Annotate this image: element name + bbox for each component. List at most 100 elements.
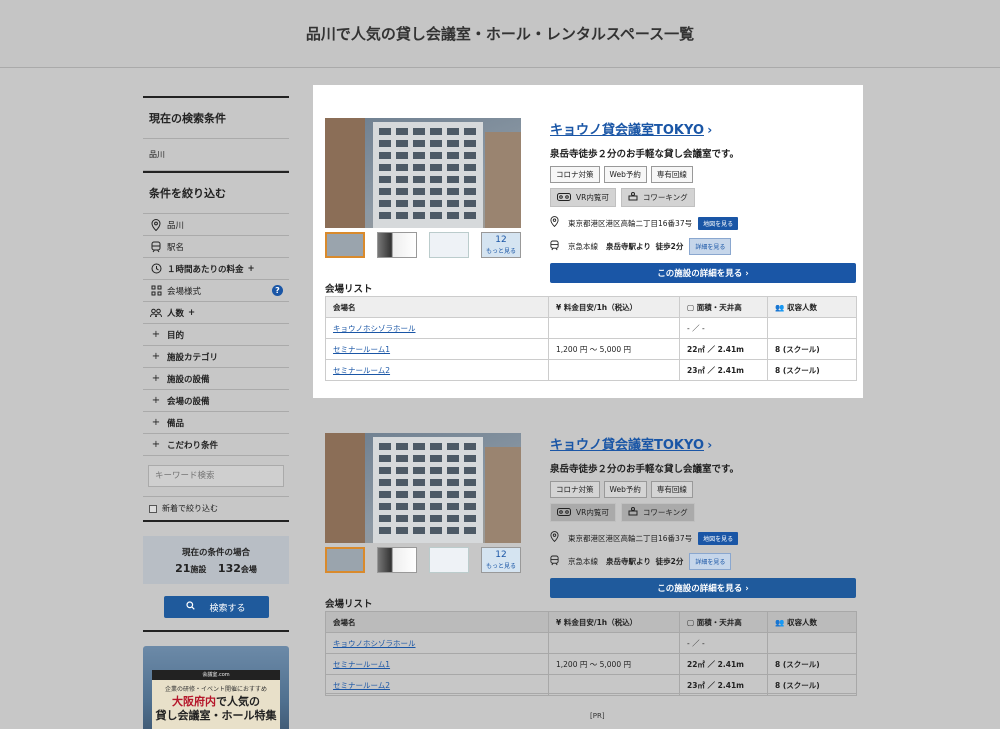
filter-category[interactable]: + 施設カテゴリ [143,346,289,368]
more-photos-count: 12 [495,235,507,245]
train-line: 京急本線 [568,242,598,251]
window-decoration [447,467,459,474]
search-button[interactable]: 検索する [163,596,269,618]
station: 泉岳寺駅より [606,557,651,566]
access-row: 京急本線 泉岳寺駅より 徒歩2分 詳細を見る [550,553,856,570]
plus-icon: + [151,351,161,362]
window-decoration [396,212,408,219]
hall-price: 1,200 円 〜 5,000 円 [548,338,680,360]
window-decoration [396,491,408,498]
walk-time: 徒歩2分 [655,242,684,251]
window-decoration [430,140,442,147]
window-decoration [464,467,476,474]
more-photos-button[interactable]: 12 もっと見る [481,232,521,258]
filter-station[interactable]: 駅名 [143,236,289,258]
people-icon: 👥 [775,617,787,627]
address-row: 東京都港区港区高輪二丁目16番37号 地図を見る [550,216,856,230]
venue-name-link[interactable]: キョウノ貸会議室TOKYO [550,119,704,138]
window-decoration [379,212,391,219]
access-row: 京急本線 泉岳寺駅より 徒歩2分 詳細を見る [550,238,856,255]
address-row: 東京都港区港区高輪二丁目16番37号 地図を見る [550,531,856,545]
window-decoration [464,164,476,171]
window-decoration [430,200,442,207]
hall-link[interactable]: セミナールーム1 [333,660,390,669]
filter-preferences[interactable]: + こだわり条件 [143,434,289,456]
access-detail-button[interactable]: 詳細を見る [689,553,732,570]
more-photos-button[interactable]: 12 もっと見る [481,547,521,573]
hall-link[interactable]: セミナールーム2 [333,681,390,690]
venue-photo[interactable] [325,433,521,543]
vr-icon [557,507,571,518]
window-decoration [379,188,391,195]
facility-detail-button[interactable]: この施設の詳細を見る › [550,263,856,283]
window-decoration [396,164,408,171]
thumbnail-floorplan[interactable] [429,547,470,573]
filter-area[interactable]: 品川 [143,214,289,236]
vr-tag: VR内覧可 [550,188,616,207]
facility-detail-button[interactable]: この施設の詳細を見る › [550,578,856,598]
hall-table: 会場名 ¥ 料金目安/1h（税込） ▢ 面積・天井高 👥 収容人数 キョウノホシ… [325,611,857,696]
header-area: ▢ 面積・天井高 [679,611,768,633]
vr-tag-label: VR内覧可 [576,508,609,517]
thumbnail-image[interactable] [377,232,418,258]
keyword-input[interactable] [148,465,284,487]
venue-card: 12 もっと見る キョウノ貸会議室TOKYO › 泉岳寺徒歩２分のお手軽な貸し会… [313,400,863,700]
train-icon [149,241,163,253]
window-decoration [430,527,442,534]
window-decoration [379,128,391,135]
window-decoration [396,527,408,534]
box-icon: ▢ [687,617,697,627]
map-pin-icon [550,216,568,230]
plus-icon: + [151,373,161,384]
filter-price[interactable]: １時間あたりの料金 + [143,258,289,280]
window-decoration [396,515,408,522]
thumbnail-image[interactable] [325,547,366,573]
venue-photo[interactable] [325,118,521,228]
window-decoration [379,140,391,147]
filter-supplies[interactable]: + 備品 [143,412,289,434]
help-icon[interactable]: ? [272,285,283,296]
window-decoration [379,503,391,510]
window-decoration [413,140,425,147]
header-price: ¥ 料金目安/1h（税込） [548,611,680,633]
hall-link[interactable]: セミナールーム1 [333,345,390,354]
venue-name-link[interactable]: キョウノ貸会議室TOKYO [550,434,704,453]
more-photos-label: もっと見る [486,248,517,255]
window-decoration [464,479,476,486]
filter-layout[interactable]: 会場様式 ? [143,280,289,302]
filter-facility-equipment[interactable]: + 施設の設備 [143,368,289,390]
window-decoration [464,188,476,195]
window-decoration [396,140,408,147]
venue-card: 12 もっと見る キョウノ貸会議室TOKYO › 泉岳寺徒歩２分のお手軽な貸し会… [313,85,863,398]
filter-label: 駅名 [167,242,185,253]
window-decoration [413,527,425,534]
osaka-feature-banner[interactable]: 企業の研修・イベント開催におすすめ 大阪府内で人気の 貸し会議室・ホール特集 会… [143,646,289,729]
window-decoration [447,200,459,207]
venue-info: キョウノ貸会議室TOKYO › 泉岳寺徒歩２分のお手軽な貸し会議室です。 コロナ… [550,434,856,598]
window-decoration [396,152,408,159]
new-only-checkbox[interactable] [149,504,157,513]
search-icon [186,601,196,613]
filter-people[interactable]: 人数 + [143,302,289,324]
window-decoration [447,188,459,195]
window-decoration [447,152,459,159]
thumbnail-image[interactable] [377,547,418,573]
hall-link[interactable]: セミナールーム2 [333,366,390,375]
access-detail-button[interactable]: 詳細を見る [689,238,732,255]
pr-label: [PR] [590,712,605,720]
hall-price [548,317,680,339]
new-only-filter[interactable]: 新着で絞り込む [143,497,289,522]
hall-link[interactable]: キョウノホシゾラホール [333,639,416,648]
filter-purpose[interactable]: + 目的 [143,324,289,346]
map-button[interactable]: 地図を見る [698,531,739,545]
window-decoration [413,188,425,195]
venue-catchphrase: 泉岳寺徒歩２分のお手軽な貸し会議室です。 [550,149,740,160]
hall-link[interactable]: キョウノホシゾラホール [333,324,416,333]
window-decoration [447,140,459,147]
window-decoration [413,176,425,183]
map-button[interactable]: 地図を見る [698,216,739,230]
filter-venue-equipment[interactable]: + 会場の設備 [143,390,289,412]
table-row: セミナールーム1 1,200 円 〜 5,000 円 22㎡ ／ 2.41m 8… [325,338,857,360]
thumbnail-floorplan[interactable] [429,232,470,258]
thumbnail-image[interactable] [325,232,366,258]
